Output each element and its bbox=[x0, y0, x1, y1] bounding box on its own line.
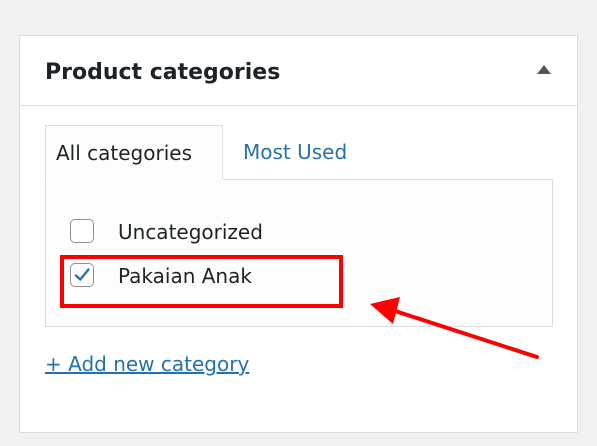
red-arrow-icon bbox=[370, 297, 539, 359]
